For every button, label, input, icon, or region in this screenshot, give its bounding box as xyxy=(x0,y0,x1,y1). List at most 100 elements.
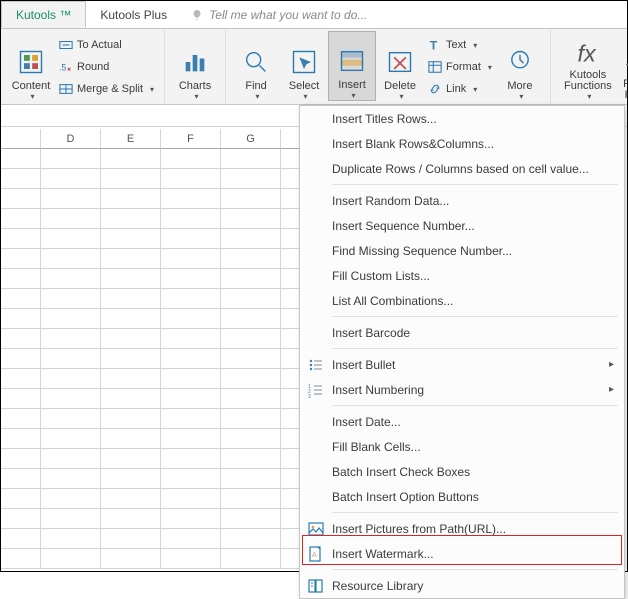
charts-icon xyxy=(181,46,209,78)
bulb-icon xyxy=(191,9,203,21)
more-icon xyxy=(506,46,534,78)
mi-label: Insert Numbering xyxy=(332,383,424,397)
col-header[interactable] xyxy=(1,129,41,149)
submenu-arrow-icon: ▸ xyxy=(609,359,614,370)
menu-batch-insert-option-buttons[interactable]: Batch Insert Option Buttons xyxy=(300,484,624,509)
find-button[interactable]: Find xyxy=(232,31,280,101)
svg-text:A: A xyxy=(312,552,317,559)
delete-label: Delete xyxy=(384,80,416,92)
to-actual-button[interactable]: To Actual xyxy=(55,35,158,55)
formula-helper-label: Form Help xyxy=(623,79,628,101)
mi-label: Batch Insert Option Buttons xyxy=(332,490,479,504)
to-actual-label: To Actual xyxy=(77,39,122,51)
tab-kutools-plus-label: Kutools Plus xyxy=(100,8,167,22)
menu-separator xyxy=(332,316,618,317)
tab-kutools-plus[interactable]: Kutools Plus xyxy=(86,1,181,28)
select-icon xyxy=(290,46,318,78)
menu-insert-bullet[interactable]: Insert Bullet ▸ xyxy=(300,352,624,377)
merge-split-icon xyxy=(59,82,73,96)
menu-insert-blank-rows-cols[interactable]: Insert Blank Rows&Columns... xyxy=(300,131,624,156)
delete-icon xyxy=(386,46,414,78)
svg-text:fx: fx xyxy=(577,40,596,66)
mi-label: Insert Watermark... xyxy=(332,547,434,561)
text-button[interactable]: T Text xyxy=(424,35,496,55)
col-header[interactable]: E xyxy=(101,129,161,149)
content-label: Content xyxy=(12,80,51,92)
bullet-list-icon xyxy=(306,357,326,373)
functions-button[interactable]: fx Kutools Functions xyxy=(557,31,619,101)
delete-button[interactable]: Delete xyxy=(376,31,424,101)
mi-label: Resource Library xyxy=(332,579,423,593)
menu-separator xyxy=(332,512,618,513)
text-label: Text xyxy=(446,39,466,51)
mi-label: Insert Titles Rows... xyxy=(332,112,437,126)
ribbon: Content To Actual .5 Round Merge & Split xyxy=(1,29,627,105)
mi-label: Fill Custom Lists... xyxy=(332,269,430,283)
mi-label: Insert Sequence Number... xyxy=(332,219,475,233)
mi-label: Find Missing Sequence Number... xyxy=(332,244,512,258)
menu-resource-library[interactable]: Resource Library xyxy=(300,573,624,598)
library-icon xyxy=(306,578,326,594)
mi-label: Insert Blank Rows&Columns... xyxy=(332,137,494,151)
menu-insert-numbering[interactable]: 123 Insert Numbering ▸ xyxy=(300,377,624,402)
insert-button[interactable]: Insert xyxy=(328,31,376,101)
insert-dropdown-menu: Insert Titles Rows... Insert Blank Rows&… xyxy=(299,105,625,599)
formula-helper-button[interactable]: {0} Form Help xyxy=(619,31,628,101)
mi-label: Insert Date... xyxy=(332,415,401,429)
charts-button[interactable]: Charts xyxy=(171,31,219,101)
menu-list-all-combinations[interactable]: List All Combinations... xyxy=(300,288,624,313)
menu-insert-random-data[interactable]: Insert Random Data... xyxy=(300,188,624,213)
mi-label: Batch Insert Check Boxes xyxy=(332,465,470,479)
format-button[interactable]: Format xyxy=(424,57,496,77)
svg-text:T: T xyxy=(430,38,438,52)
menu-separator xyxy=(332,569,618,570)
menu-insert-watermark[interactable]: A Insert Watermark... xyxy=(300,541,624,566)
col-header[interactable]: D xyxy=(41,129,101,149)
tab-kutools[interactable]: Kutools ™ xyxy=(1,1,86,28)
content-icon xyxy=(17,46,45,78)
text-icon: T xyxy=(428,38,442,52)
menu-insert-pictures-from-path[interactable]: Insert Pictures from Path(URL)... xyxy=(300,516,624,541)
menu-fill-custom-lists[interactable]: Fill Custom Lists... xyxy=(300,263,624,288)
menu-insert-sequence-number[interactable]: Insert Sequence Number... xyxy=(300,213,624,238)
menu-separator xyxy=(332,348,618,349)
submenu-arrow-icon: ▸ xyxy=(609,384,614,395)
link-label: Link xyxy=(446,83,466,95)
tell-me-search[interactable]: Tell me what you want to do... xyxy=(181,1,377,28)
functions-label: Kutools Functions xyxy=(557,70,619,92)
format-icon xyxy=(428,60,442,74)
functions-icon: fx xyxy=(574,36,602,68)
find-label: Find xyxy=(245,80,266,92)
charts-label: Charts xyxy=(179,80,211,92)
format-label: Format xyxy=(446,61,481,73)
mi-label: Duplicate Rows / Columns based on cell v… xyxy=(332,162,589,176)
formula-helper-icon: {0} xyxy=(624,45,628,77)
menu-fill-blank-cells[interactable]: Fill Blank Cells... xyxy=(300,434,624,459)
menu-insert-barcode[interactable]: Insert Barcode xyxy=(300,320,624,345)
menu-batch-insert-checkboxes[interactable]: Batch Insert Check Boxes xyxy=(300,459,624,484)
insert-label: Insert xyxy=(338,79,366,91)
link-button[interactable]: Link xyxy=(424,79,496,99)
menu-separator xyxy=(332,405,618,406)
round-icon: .5 xyxy=(59,60,73,74)
select-label: Select xyxy=(289,80,320,92)
round-button[interactable]: .5 Round xyxy=(55,57,158,77)
svg-text:3: 3 xyxy=(308,394,311,398)
mi-label: Insert Pictures from Path(URL)... xyxy=(332,522,506,536)
select-button[interactable]: Select xyxy=(280,31,328,101)
menu-duplicate-rows-cols[interactable]: Duplicate Rows / Columns based on cell v… xyxy=(300,156,624,181)
menu-find-missing-sequence[interactable]: Find Missing Sequence Number... xyxy=(300,238,624,263)
content-button[interactable]: Content xyxy=(7,31,55,101)
col-header[interactable]: F xyxy=(161,129,221,149)
more-button[interactable]: More xyxy=(496,31,544,101)
col-header[interactable]: G xyxy=(221,129,281,149)
menu-insert-date[interactable]: Insert Date... xyxy=(300,409,624,434)
menu-insert-titles-rows[interactable]: Insert Titles Rows... xyxy=(300,106,624,131)
number-list-icon: 123 xyxy=(306,382,326,398)
merge-split-button[interactable]: Merge & Split xyxy=(55,79,158,99)
menu-separator xyxy=(332,184,618,185)
more-label: More xyxy=(507,80,532,92)
mi-label: Insert Bullet xyxy=(332,358,395,372)
link-icon xyxy=(428,82,442,96)
watermark-icon: A xyxy=(306,546,326,562)
